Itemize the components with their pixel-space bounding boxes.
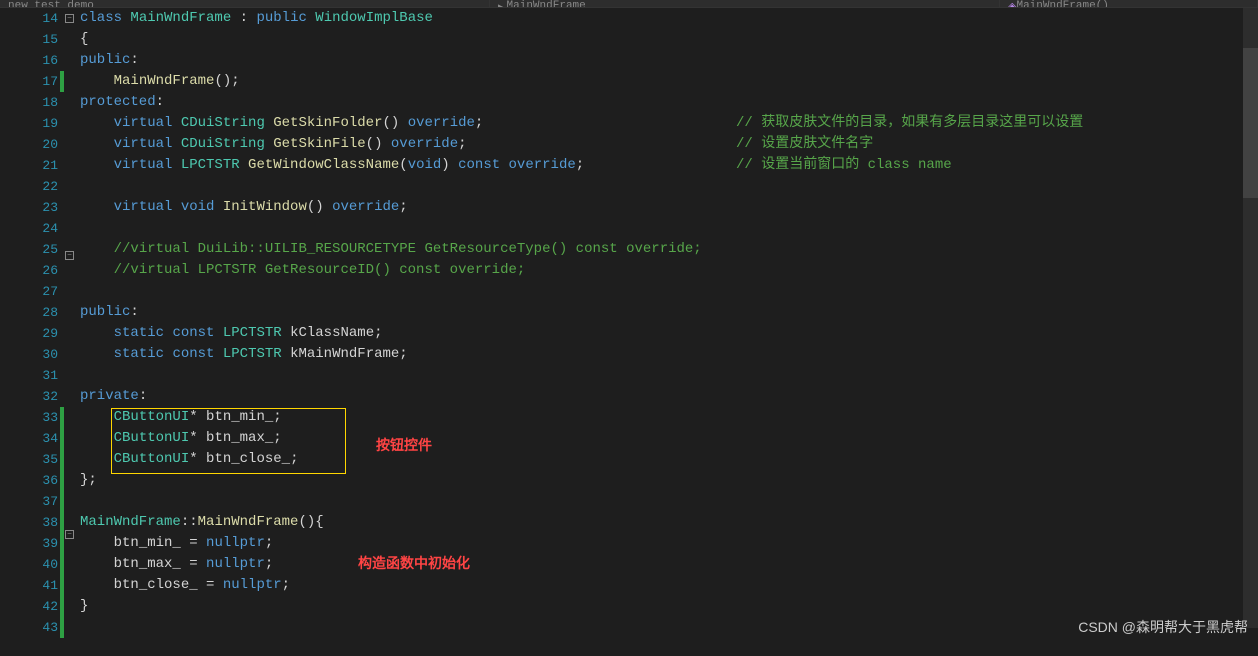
code-line[interactable]	[76, 281, 1258, 302]
code-line[interactable]: btn_min_ = nullptr;	[76, 533, 1258, 554]
line-number-gutter: 1415161718192021222324252627282930313233…	[0, 8, 60, 628]
code-line[interactable]: CButtonUI* btn_max_;	[76, 428, 1258, 449]
code-line[interactable]	[76, 176, 1258, 197]
line-number: 33	[0, 407, 58, 428]
code-line[interactable]: //virtual LPCTSTR GetResourceID() const …	[76, 260, 1258, 281]
line-number: 35	[0, 449, 58, 470]
code-line[interactable]: MainWndFrame::MainWndFrame(){	[76, 512, 1258, 533]
inline-comment: // 设置当前窗口的 class name	[736, 155, 952, 176]
line-number: 14	[0, 8, 58, 29]
line-number: 37	[0, 491, 58, 512]
code-line[interactable]: CButtonUI* btn_close_;	[76, 449, 1258, 470]
line-number: 28	[0, 302, 58, 323]
line-number: 17	[0, 71, 58, 92]
line-number: 39	[0, 533, 58, 554]
line-number: 32	[0, 386, 58, 407]
line-number: 43	[0, 617, 58, 638]
line-number: 25	[0, 239, 58, 260]
code-line[interactable]: {	[76, 29, 1258, 50]
line-number: 31	[0, 365, 58, 386]
code-line[interactable]	[76, 365, 1258, 386]
code-line[interactable]: static const LPCTSTR kClassName;	[76, 323, 1258, 344]
line-number: 26	[0, 260, 58, 281]
line-number: 29	[0, 323, 58, 344]
annotation-label-ctor: 构造函数中初始化	[358, 553, 470, 573]
code-content[interactable]: 按钮控件 构造函数中初始化 class MainWndFrame : publi…	[76, 8, 1258, 628]
file-tab[interactable]: new_test_demo	[0, 0, 490, 7]
code-line[interactable]: virtual CDuiString GetSkinFile() overrid…	[76, 134, 1258, 155]
code-line[interactable]: class MainWndFrame : public WindowImplBa…	[76, 8, 1258, 29]
code-line[interactable]: static const LPCTSTR kMainWndFrame;	[76, 344, 1258, 365]
line-number: 24	[0, 218, 58, 239]
line-number: 34	[0, 428, 58, 449]
line-number: 22	[0, 176, 58, 197]
breadcrumb-bar: new_test_demo ▸ MainWndFrame ◈ MainWndFr…	[0, 0, 1258, 8]
scrollbar-thumb[interactable]	[1243, 48, 1258, 198]
code-line[interactable]: public:	[76, 302, 1258, 323]
class-breadcrumb[interactable]: ▸ MainWndFrame	[490, 0, 1000, 7]
inline-comment: // 获取皮肤文件的目录，如果有多层目录这里可以设置	[736, 113, 1083, 134]
fold-column: − − −	[64, 8, 76, 628]
code-line[interactable]: };	[76, 470, 1258, 491]
code-line[interactable]: virtual CDuiString GetSkinFolder() overr…	[76, 113, 1258, 134]
code-line[interactable]: private:	[76, 386, 1258, 407]
fold-toggle-icon[interactable]: −	[65, 251, 74, 260]
line-number: 23	[0, 197, 58, 218]
code-line[interactable]: protected:	[76, 92, 1258, 113]
line-number: 30	[0, 344, 58, 365]
line-number: 19	[0, 113, 58, 134]
line-number: 42	[0, 596, 58, 617]
fold-toggle-icon[interactable]: −	[65, 530, 74, 539]
line-number: 38	[0, 512, 58, 533]
code-line[interactable]: public:	[76, 50, 1258, 71]
code-line[interactable]: }	[76, 596, 1258, 617]
code-line[interactable]: MainWndFrame();	[76, 71, 1258, 92]
fold-toggle-icon[interactable]: −	[65, 14, 74, 23]
line-number: 36	[0, 470, 58, 491]
code-line[interactable]: btn_max_ = nullptr;	[76, 554, 1258, 575]
watermark: CSDN @森明帮大于黑虎帮	[1078, 617, 1248, 637]
line-number: 41	[0, 575, 58, 596]
code-line[interactable]	[76, 218, 1258, 239]
line-number: 40	[0, 554, 58, 575]
annotation-label-buttons: 按钮控件	[376, 435, 432, 455]
code-line[interactable]: CButtonUI* btn_min_;	[76, 407, 1258, 428]
line-number: 27	[0, 281, 58, 302]
line-number: 21	[0, 155, 58, 176]
code-line[interactable]: virtual void InitWindow() override;	[76, 197, 1258, 218]
method-breadcrumb[interactable]: ◈ MainWndFrame()	[1000, 0, 1258, 7]
code-line[interactable]	[76, 491, 1258, 512]
code-line[interactable]: //virtual DuiLib::UILIB_RESOURCETYPE Get…	[76, 239, 1258, 260]
line-number: 18	[0, 92, 58, 113]
vertical-scrollbar[interactable]	[1243, 8, 1258, 628]
code-editor[interactable]: 1415161718192021222324252627282930313233…	[0, 8, 1258, 628]
line-number: 16	[0, 50, 58, 71]
code-line[interactable]: virtual LPCTSTR GetWindowClassName(void)…	[76, 155, 1258, 176]
code-line[interactable]: btn_close_ = nullptr;	[76, 575, 1258, 596]
line-number: 15	[0, 29, 58, 50]
line-number: 20	[0, 134, 58, 155]
inline-comment: // 设置皮肤文件名字	[736, 134, 873, 155]
